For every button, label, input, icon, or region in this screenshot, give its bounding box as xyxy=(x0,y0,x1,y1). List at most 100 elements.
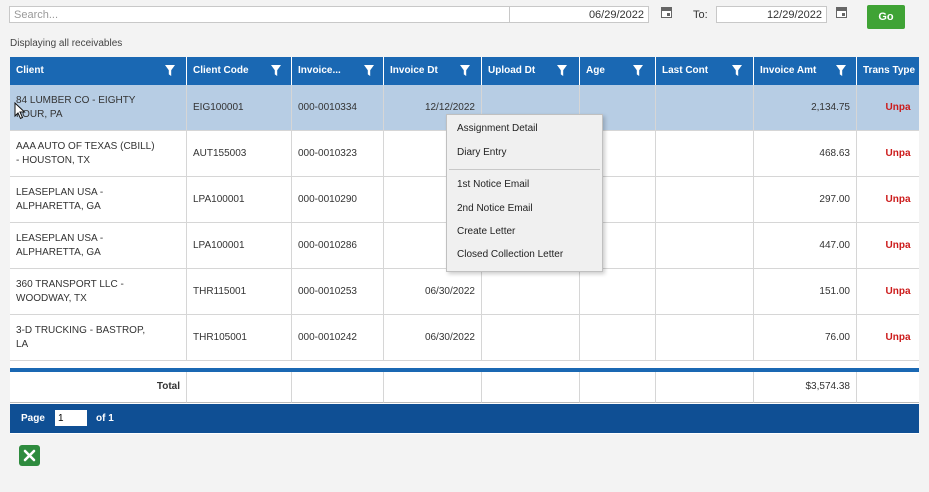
col-label: Upload Dt xyxy=(488,65,536,76)
cell-invoice-dt: 06/30/2022 xyxy=(384,269,482,315)
pager-bar: Page of 1 xyxy=(10,404,919,433)
calendar-icon[interactable] xyxy=(661,7,672,18)
cell-last-cont xyxy=(656,269,754,315)
menu-item-2nd-notice-email[interactable]: 2nd Notice Email xyxy=(457,203,533,214)
col-header-invoice[interactable]: Invoice... xyxy=(292,57,384,85)
mouse-pointer-icon xyxy=(14,102,26,120)
cell-invoice-amt: 468.63 xyxy=(754,131,857,177)
col-label: Invoice Amt xyxy=(760,65,817,76)
calendar-icon[interactable] xyxy=(836,7,847,18)
funnel-icon[interactable] xyxy=(557,65,567,76)
record-status: Displaying all receivables xyxy=(10,38,123,49)
menu-item-diary-entry[interactable]: Diary Entry xyxy=(457,147,506,158)
total-label: Total xyxy=(10,372,187,403)
menu-item-assignment-detail[interactable]: Assignment Detail xyxy=(457,123,538,134)
context-menu: Assignment Detail Diary Entry 1st Notice… xyxy=(446,114,603,272)
cell-last-cont xyxy=(656,315,754,361)
to-label: To: xyxy=(693,9,708,21)
col-header-trans-type[interactable]: Trans Type xyxy=(857,57,919,85)
menu-item-closed-collection-letter[interactable]: Closed Collection Letter xyxy=(457,249,563,260)
total-row: Total $3,574.38 xyxy=(10,372,919,403)
total-empty xyxy=(580,372,656,403)
cell-invoice: 000-0010334 xyxy=(292,85,384,131)
cell-client-code: THR105001 xyxy=(187,315,292,361)
col-label: Client Code xyxy=(193,65,249,76)
funnel-icon[interactable] xyxy=(836,65,846,76)
excel-export-icon[interactable] xyxy=(19,445,40,466)
cell-invoice-dt: 06/30/2022 xyxy=(384,315,482,361)
cell-invoice-amt: 151.00 xyxy=(754,269,857,315)
cell-invoice: 000-0010290 xyxy=(292,177,384,223)
col-label: Invoice... xyxy=(298,65,341,76)
cell-client-code: THR115001 xyxy=(187,269,292,315)
col-header-invoice-amt[interactable]: Invoice Amt xyxy=(754,57,857,85)
page-number-input[interactable] xyxy=(55,410,87,426)
total-empty xyxy=(857,372,919,403)
funnel-icon[interactable] xyxy=(165,65,175,76)
cell-trans-type: Unpa xyxy=(857,315,919,361)
cell-invoice-amt: 447.00 xyxy=(754,223,857,269)
cell-invoice: 000-0010242 xyxy=(292,315,384,361)
funnel-icon[interactable] xyxy=(633,65,643,76)
cell-trans-type: Unpa xyxy=(857,85,919,131)
menu-separator xyxy=(449,169,600,170)
col-label: Trans Type xyxy=(863,65,916,76)
cell-invoice-amt: 297.00 xyxy=(754,177,857,223)
col-header-last-cont[interactable]: Last Cont xyxy=(656,57,754,85)
cell-last-cont xyxy=(656,223,754,269)
table-row[interactable]: 3-D TRUCKING - BASTROP, LA THR105001 000-… xyxy=(10,315,919,361)
cell-client-code: AUT155003 xyxy=(187,131,292,177)
funnel-icon[interactable] xyxy=(364,65,374,76)
cell-trans-type: Unpa xyxy=(857,177,919,223)
page-label: Page xyxy=(21,413,45,424)
cell-client-code: LPA100001 xyxy=(187,223,292,269)
page-count: of 1 xyxy=(96,413,114,424)
cell-age xyxy=(580,269,656,315)
cell-client: LEASEPLAN USA - ALPHARETTA, GA xyxy=(10,223,187,269)
search-input[interactable] xyxy=(9,6,514,23)
total-empty xyxy=(482,372,580,403)
total-empty xyxy=(292,372,384,403)
cell-client-code: LPA100001 xyxy=(187,177,292,223)
menu-item-1st-notice-email[interactable]: 1st Notice Email xyxy=(457,179,529,190)
cell-last-cont xyxy=(656,131,754,177)
col-label: Last Cont xyxy=(662,65,709,76)
total-empty xyxy=(187,372,292,403)
menu-item-create-letter[interactable]: Create Letter xyxy=(457,226,515,237)
funnel-icon[interactable] xyxy=(732,65,742,76)
cell-trans-type: Unpa xyxy=(857,269,919,315)
cell-last-cont xyxy=(656,177,754,223)
col-label: Client xyxy=(16,65,44,76)
cell-invoice: 000-0010286 xyxy=(292,223,384,269)
go-button[interactable]: Go xyxy=(867,5,905,29)
cell-last-cont xyxy=(656,85,754,131)
funnel-icon[interactable] xyxy=(460,65,470,76)
cell-trans-type: Unpa xyxy=(857,131,919,177)
cell-client: 84 LUMBER CO - EIGHTY FOUR, PA xyxy=(10,85,187,131)
col-header-client-code[interactable]: Client Code xyxy=(187,57,292,85)
cell-upload-dt xyxy=(482,315,580,361)
total-empty xyxy=(656,372,754,403)
cell-trans-type: Unpa xyxy=(857,223,919,269)
total-amount: $3,574.38 xyxy=(754,372,857,403)
cell-client: 360 TRANSPORT LLC - WOODWAY, TX xyxy=(10,269,187,315)
col-header-age[interactable]: Age xyxy=(580,57,656,85)
col-header-client[interactable]: Client xyxy=(10,57,187,85)
total-empty xyxy=(384,372,482,403)
cell-age xyxy=(580,315,656,361)
cell-client-code: EIG100001 xyxy=(187,85,292,131)
cell-invoice: 000-0010323 xyxy=(292,131,384,177)
funnel-icon[interactable] xyxy=(271,65,281,76)
col-header-invoice-dt[interactable]: Invoice Dt xyxy=(384,57,482,85)
date-from-input[interactable] xyxy=(509,6,649,23)
grid-header: Client Client Code Invoice... Invoice Dt… xyxy=(10,57,919,85)
col-label: Invoice Dt xyxy=(390,65,438,76)
cell-client: AAA AUTO OF TEXAS (CBILL) - HOUSTON, TX xyxy=(10,131,187,177)
cell-invoice-amt: 2,134.75 xyxy=(754,85,857,131)
table-row[interactable]: 360 TRANSPORT LLC - WOODWAY, TX THR115001… xyxy=(10,269,919,315)
date-to-input[interactable] xyxy=(716,6,827,23)
col-header-upload-dt[interactable]: Upload Dt xyxy=(482,57,580,85)
col-label: Age xyxy=(586,65,605,76)
cell-invoice-amt: 76.00 xyxy=(754,315,857,361)
cell-upload-dt xyxy=(482,269,580,315)
